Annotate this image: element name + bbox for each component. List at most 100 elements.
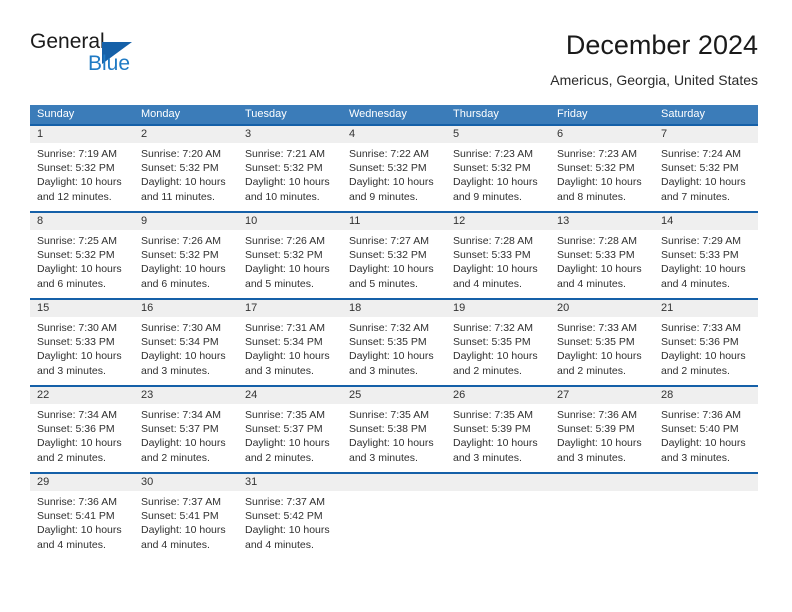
calendar-day-cell[interactable]: 4 Sunrise: 7:22 AM Sunset: 5:32 PM Dayli… — [342, 126, 446, 211]
calendar-day-cell[interactable]: 23 Sunrise: 7:34 AM Sunset: 5:37 PM Dayl… — [134, 387, 238, 472]
day-number: 29 — [30, 474, 134, 491]
sunset-text: Sunset: 5:42 PM — [245, 510, 323, 523]
day-details: Sunrise: 7:36 AM Sunset: 5:40 PM Dayligh… — [654, 404, 758, 465]
sunrise-text: Sunrise: 7:21 AM — [245, 148, 325, 160]
daylight-text-line1: Daylight: 10 hours — [557, 176, 642, 189]
calendar-day-cell[interactable]: 29 Sunrise: 7:36 AM Sunset: 5:41 PM Dayl… — [30, 474, 134, 559]
daylight-text-line1: Daylight: 10 hours — [37, 176, 122, 189]
calendar-day-cell[interactable]: 27 Sunrise: 7:36 AM Sunset: 5:39 PM Dayl… — [550, 387, 654, 472]
daylight-text-line1: Daylight: 10 hours — [37, 437, 122, 450]
day-details: Sunrise: 7:23 AM Sunset: 5:32 PM Dayligh… — [550, 143, 654, 204]
calendar-day-cell[interactable]: 15 Sunrise: 7:30 AM Sunset: 5:33 PM Dayl… — [30, 300, 134, 385]
calendar-day-cell[interactable]: 12 Sunrise: 7:28 AM Sunset: 5:33 PM Dayl… — [446, 213, 550, 298]
calendar-day-cell[interactable]: 1 Sunrise: 7:19 AM Sunset: 5:32 PM Dayli… — [30, 126, 134, 211]
sunrise-text: Sunrise: 7:33 AM — [661, 322, 741, 334]
sunrise-text: Sunrise: 7:29 AM — [661, 235, 741, 247]
calendar-day-cell[interactable]: 20 Sunrise: 7:33 AM Sunset: 5:35 PM Dayl… — [550, 300, 654, 385]
weekday-header-row: Sunday Monday Tuesday Wednesday Thursday… — [30, 105, 758, 124]
calendar-week-row: 22 Sunrise: 7:34 AM Sunset: 5:36 PM Dayl… — [30, 385, 758, 472]
day-details: Sunrise: 7:21 AM Sunset: 5:32 PM Dayligh… — [238, 143, 342, 204]
calendar-day-cell[interactable]: 21 Sunrise: 7:33 AM Sunset: 5:36 PM Dayl… — [654, 300, 758, 385]
calendar-day-cell[interactable]: 10 Sunrise: 7:26 AM Sunset: 5:32 PM Dayl… — [238, 213, 342, 298]
day-number: 21 — [654, 300, 758, 317]
daylight-text-line1: Daylight: 10 hours — [245, 524, 330, 537]
sunrise-text: Sunrise: 7:36 AM — [557, 409, 637, 421]
page-subtitle-location: Americus, Georgia, United States — [550, 72, 758, 88]
calendar-day-cell[interactable]: 18 Sunrise: 7:32 AM Sunset: 5:35 PM Dayl… — [342, 300, 446, 385]
daylight-text-line1: Daylight: 10 hours — [453, 176, 538, 189]
daylight-text-line1: Daylight: 10 hours — [141, 524, 226, 537]
calendar-day-cell[interactable]: 25 Sunrise: 7:35 AM Sunset: 5:38 PM Dayl… — [342, 387, 446, 472]
calendar-day-cell[interactable]: 13 Sunrise: 7:28 AM Sunset: 5:33 PM Dayl… — [550, 213, 654, 298]
sunrise-text: Sunrise: 7:24 AM — [661, 148, 741, 160]
weekday-header-sunday: Sunday — [37, 108, 75, 120]
day-details: Sunrise: 7:24 AM Sunset: 5:32 PM Dayligh… — [654, 143, 758, 204]
calendar-day-cell[interactable]: 16 Sunrise: 7:30 AM Sunset: 5:34 PM Dayl… — [134, 300, 238, 385]
day-number: 30 — [134, 474, 238, 491]
day-details: Sunrise: 7:31 AM Sunset: 5:34 PM Dayligh… — [238, 317, 342, 378]
calendar-day-cell[interactable]: 30 Sunrise: 7:37 AM Sunset: 5:41 PM Dayl… — [134, 474, 238, 559]
daylight-text-line2: and 2 minutes. — [453, 364, 522, 377]
calendar-day-cell[interactable]: 8 Sunrise: 7:25 AM Sunset: 5:32 PM Dayli… — [30, 213, 134, 298]
sunrise-text: Sunrise: 7:22 AM — [349, 148, 429, 160]
calendar-week-row: 29 Sunrise: 7:36 AM Sunset: 5:41 PM Dayl… — [30, 472, 758, 559]
day-details: Sunrise: 7:28 AM Sunset: 5:33 PM Dayligh… — [446, 230, 550, 291]
weekday-header-wednesday: Wednesday — [349, 108, 407, 120]
calendar-day-cell[interactable]: 5 Sunrise: 7:23 AM Sunset: 5:32 PM Dayli… — [446, 126, 550, 211]
daylight-text-line1: Daylight: 10 hours — [245, 263, 330, 276]
daylight-text-line2: and 9 minutes. — [349, 190, 418, 203]
daylight-text-line2: and 3 minutes. — [245, 364, 314, 377]
calendar-day-cell[interactable]: 17 Sunrise: 7:31 AM Sunset: 5:34 PM Dayl… — [238, 300, 342, 385]
calendar-day-cell[interactable]: 3 Sunrise: 7:21 AM Sunset: 5:32 PM Dayli… — [238, 126, 342, 211]
calendar-day-cell[interactable]: 22 Sunrise: 7:34 AM Sunset: 5:36 PM Dayl… — [30, 387, 134, 472]
sunset-text: Sunset: 5:40 PM — [661, 423, 739, 436]
daylight-text-line2: and 11 minutes. — [141, 190, 215, 203]
sunrise-text: Sunrise: 7:23 AM — [453, 148, 533, 160]
day-number: 11 — [342, 213, 446, 230]
sunset-text: Sunset: 5:35 PM — [453, 336, 531, 349]
day-number: 19 — [446, 300, 550, 317]
day-details: Sunrise: 7:32 AM Sunset: 5:35 PM Dayligh… — [342, 317, 446, 378]
day-details: Sunrise: 7:28 AM Sunset: 5:33 PM Dayligh… — [550, 230, 654, 291]
general-blue-logo[interactable]: General Blue — [30, 30, 230, 86]
daylight-text-line1: Daylight: 10 hours — [349, 350, 434, 363]
daylight-text-line2: and 6 minutes. — [141, 277, 210, 290]
calendar-day-cell[interactable]: 26 Sunrise: 7:35 AM Sunset: 5:39 PM Dayl… — [446, 387, 550, 472]
calendar-day-cell[interactable]: 19 Sunrise: 7:32 AM Sunset: 5:35 PM Dayl… — [446, 300, 550, 385]
day-details: Sunrise: 7:35 AM Sunset: 5:37 PM Dayligh… — [238, 404, 342, 465]
day-details: Sunrise: 7:30 AM Sunset: 5:33 PM Dayligh… — [30, 317, 134, 378]
calendar-day-cell[interactable]: 9 Sunrise: 7:26 AM Sunset: 5:32 PM Dayli… — [134, 213, 238, 298]
calendar-day-cell[interactable]: 7 Sunrise: 7:24 AM Sunset: 5:32 PM Dayli… — [654, 126, 758, 211]
sunrise-text: Sunrise: 7:32 AM — [349, 322, 429, 334]
sunrise-text: Sunrise: 7:33 AM — [557, 322, 637, 334]
sunset-text: Sunset: 5:39 PM — [453, 423, 531, 436]
sunrise-text: Sunrise: 7:25 AM — [37, 235, 117, 247]
calendar-day-cell[interactable]: 24 Sunrise: 7:35 AM Sunset: 5:37 PM Dayl… — [238, 387, 342, 472]
calendar-day-cell[interactable]: 28 Sunrise: 7:36 AM Sunset: 5:40 PM Dayl… — [654, 387, 758, 472]
daylight-text-line2: and 3 minutes. — [453, 451, 522, 464]
sunrise-text: Sunrise: 7:28 AM — [453, 235, 533, 247]
daylight-text-line2: and 3 minutes. — [661, 451, 730, 464]
weekday-header-saturday: Saturday — [661, 108, 706, 120]
day-details: Sunrise: 7:37 AM Sunset: 5:41 PM Dayligh… — [134, 491, 238, 552]
calendar-day-cell-empty — [654, 474, 758, 559]
calendar-day-cell[interactable]: 31 Sunrise: 7:37 AM Sunset: 5:42 PM Dayl… — [238, 474, 342, 559]
daylight-text-line2: and 4 minutes. — [245, 538, 314, 551]
daylight-text-line1: Daylight: 10 hours — [349, 263, 434, 276]
sunset-text: Sunset: 5:33 PM — [661, 249, 739, 262]
day-number: 4 — [342, 126, 446, 143]
calendar-week-row: 15 Sunrise: 7:30 AM Sunset: 5:33 PM Dayl… — [30, 298, 758, 385]
calendar-day-cell[interactable]: 14 Sunrise: 7:29 AM Sunset: 5:33 PM Dayl… — [654, 213, 758, 298]
calendar-day-cell[interactable]: 2 Sunrise: 7:20 AM Sunset: 5:32 PM Dayli… — [134, 126, 238, 211]
day-number: 22 — [30, 387, 134, 404]
daylight-text-line1: Daylight: 10 hours — [453, 437, 538, 450]
day-details: Sunrise: 7:22 AM Sunset: 5:32 PM Dayligh… — [342, 143, 446, 204]
daylight-text-line1: Daylight: 10 hours — [245, 437, 330, 450]
calendar-day-cell[interactable]: 11 Sunrise: 7:27 AM Sunset: 5:32 PM Dayl… — [342, 213, 446, 298]
sunset-text: Sunset: 5:32 PM — [453, 162, 531, 175]
daylight-text-line2: and 10 minutes. — [245, 190, 320, 203]
day-number: 10 — [238, 213, 342, 230]
sunrise-text: Sunrise: 7:37 AM — [245, 496, 325, 508]
calendar-day-cell[interactable]: 6 Sunrise: 7:23 AM Sunset: 5:32 PM Dayli… — [550, 126, 654, 211]
daylight-text-line1: Daylight: 10 hours — [661, 263, 746, 276]
